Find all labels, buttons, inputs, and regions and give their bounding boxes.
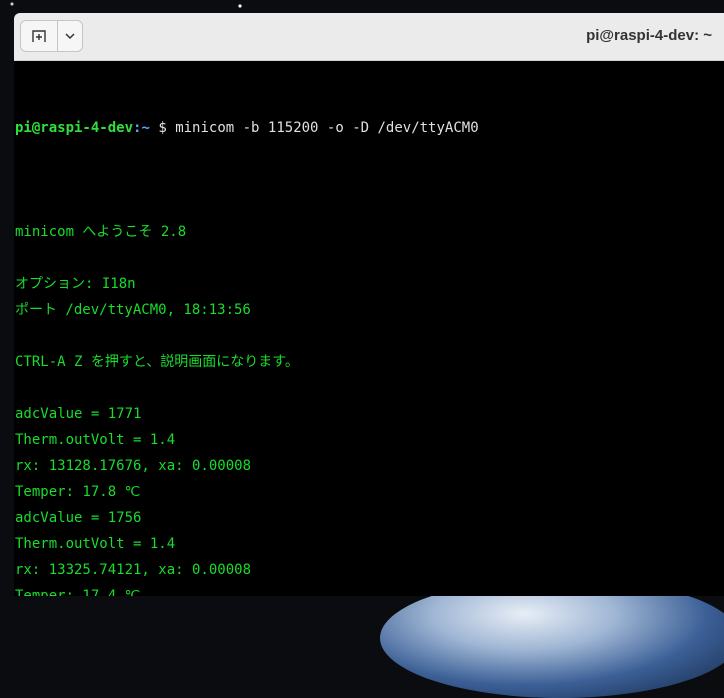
new-tab-icon xyxy=(32,30,46,42)
output-lines: minicom へようこそ 2.8 オプション: I18n ポート /dev/tty… xyxy=(15,193,724,596)
prompt-line: pi@raspi-4-dev:~ $ minicom -b 115200 -o … xyxy=(15,115,724,141)
terminal-line: オプション: I18n xyxy=(15,276,136,292)
prompt-path: :~ xyxy=(133,120,150,136)
terminal-line: Temper: 17.8 ℃ xyxy=(15,484,141,500)
wallpaper-planet xyxy=(380,578,724,698)
terminal-output[interactable]: pi@raspi-4-dev:~ $ minicom -b 115200 -o … xyxy=(15,63,724,596)
new-tab-button[interactable] xyxy=(21,21,57,51)
terminal-line: Temper: 17.4 ℃ xyxy=(15,588,141,596)
terminal-line: Therm.outVolt = 1.4 xyxy=(15,536,176,552)
prompt-symbol: $ xyxy=(158,120,167,136)
terminal-line: adcValue = 1771 xyxy=(15,406,142,422)
title-bar[interactable]: pi@raspi-4-dev: ~ xyxy=(14,13,724,61)
terminal-line: rx: 13128.17676, xa: 0.00008 xyxy=(15,458,252,474)
menu-dropdown-button[interactable] xyxy=(57,21,82,51)
terminal-line: adcValue = 1756 xyxy=(15,510,142,526)
terminal-line: Therm.outVolt = 1.4 xyxy=(15,432,176,448)
terminal-line: CTRL-A Z を押すと、説明画面になります。 xyxy=(15,354,299,370)
tab-button-group xyxy=(20,20,83,52)
terminal-line: rx: 13325.74121, xa: 0.00008 xyxy=(15,562,252,578)
window-title: pi@raspi-4-dev: ~ xyxy=(586,27,712,44)
prompt-user-host: pi@raspi-4-dev xyxy=(15,120,134,136)
command-text: minicom -b 115200 -o -D /dev/ttyACM0 xyxy=(175,120,479,136)
terminal-line: ポート /dev/ttyACM0, 18:13:56 xyxy=(15,302,251,318)
chevron-down-icon xyxy=(65,33,75,40)
terminal-line: minicom へようこそ 2.8 xyxy=(15,224,187,240)
terminal-window: pi@raspi-4-dev: ~ pi@raspi-4-dev:~ $ min… xyxy=(14,13,724,596)
